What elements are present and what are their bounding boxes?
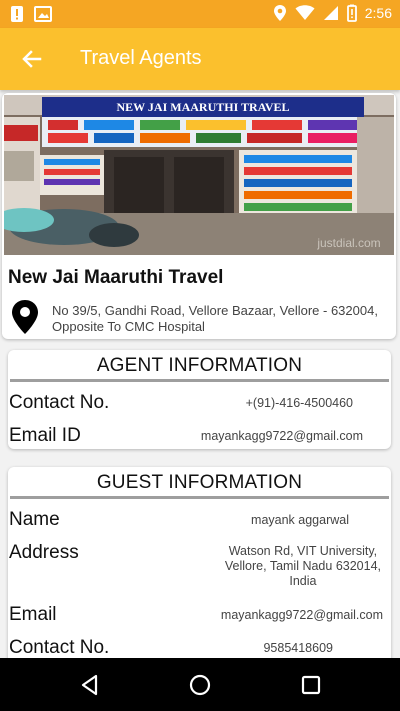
agent-information-heading: AGENT INFORMATION (96, 355, 303, 376)
guest-email-label: Email (9, 604, 57, 625)
agent-photo: NEW JAI MAARUTHI TRAVEL justdial.com (4, 95, 394, 255)
email-label: Email ID (9, 425, 81, 446)
agent-address: No 39/5, Gandhi Road, Vellore Bazaar, Ve… (52, 303, 378, 334)
app-bar: Travel Agents (0, 28, 400, 90)
back-nav-icon[interactable] (78, 673, 102, 697)
guest-information-card: GUEST INFORMATION Name mayank aggarwal A… (8, 467, 391, 658)
divider (10, 496, 389, 499)
status-bar: 2:56 (0, 0, 400, 28)
location-pin-icon (10, 299, 40, 335)
guest-contact-value[interactable]: 9585418609 (263, 641, 333, 656)
recents-nav-icon[interactable] (299, 673, 323, 697)
status-time: 2:56 (364, 5, 392, 21)
alert-notification-icon (10, 5, 24, 23)
guest-contact-label: Contact No. (9, 637, 110, 658)
page-title: Travel Agents (80, 47, 202, 69)
wifi-icon (295, 5, 315, 21)
agent-information-card: AGENT INFORMATION Contact No. +(91)-416-… (8, 350, 391, 449)
agent-contact-value[interactable]: +(91)-416-4500460 (246, 396, 353, 411)
agent-name: New Jai Maaruthi Travel (8, 267, 224, 288)
system-navigation-bar (0, 658, 400, 711)
guest-email-value[interactable]: mayankagg9722@gmail.com (221, 608, 383, 623)
battery-alert-icon (346, 4, 357, 22)
back-arrow-icon[interactable] (18, 45, 46, 73)
scroll-content[interactable]: NEW JAI MAARUTHI TRAVEL justdial.com New… (0, 90, 400, 658)
home-nav-icon[interactable] (188, 673, 212, 697)
divider (10, 379, 389, 382)
guest-information-heading: GUEST INFORMATION (96, 472, 303, 493)
agent-card[interactable]: NEW JAI MAARUTHI TRAVEL justdial.com New… (2, 93, 396, 339)
location-icon (273, 4, 287, 22)
photo-watermark: justdial.com (316, 236, 380, 250)
cellular-signal-icon (323, 5, 339, 21)
image-notification-icon (34, 5, 52, 23)
contact-label: Contact No. (9, 392, 110, 413)
guest-address-label: Address (9, 542, 79, 563)
guest-name-label: Name (9, 509, 60, 530)
agent-email-value[interactable]: mayankagg9722@gmail.com (201, 429, 363, 444)
guest-address-value: Watson Rd, VIT University, Vellore, Tami… (224, 544, 381, 588)
guest-name-value: mayank aggarwal (251, 513, 349, 527)
shop-sign-text: NEW JAI MAARUTHI TRAVEL (116, 100, 289, 114)
